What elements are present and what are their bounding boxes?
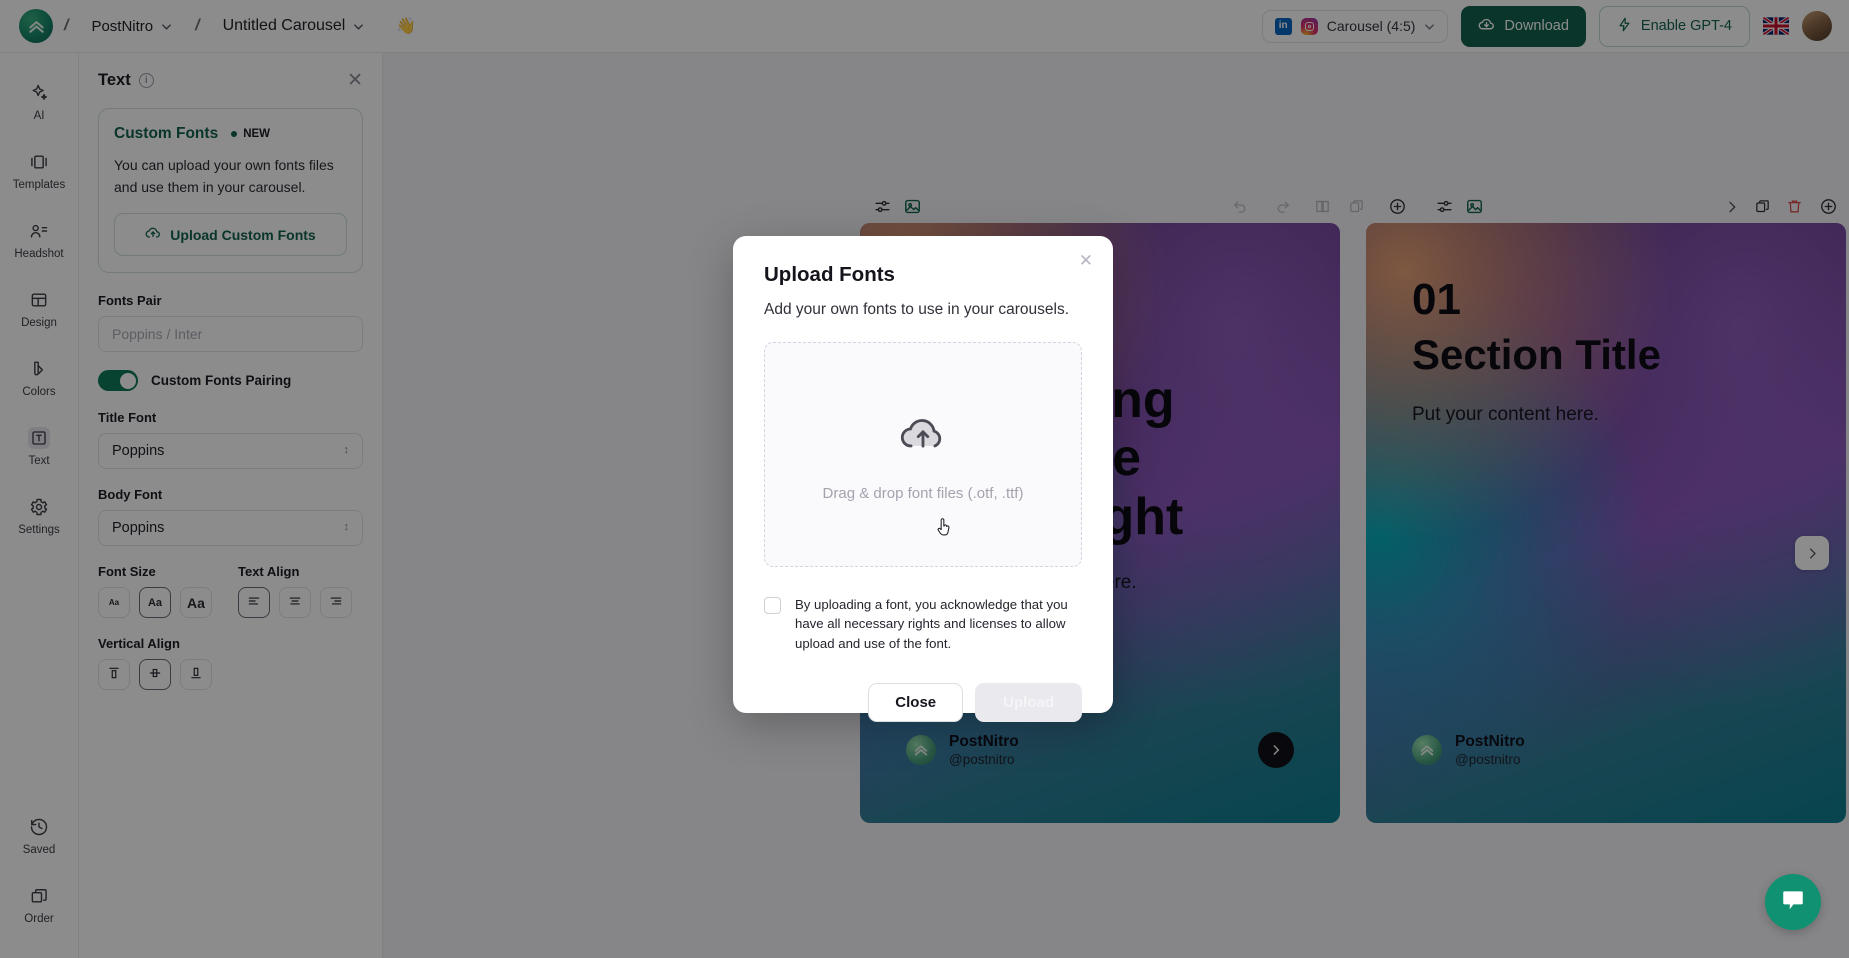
app-root: / PostNitro / Untitled Carousel 👋 in Car…	[0, 0, 1849, 958]
acknowledgement-checkbox[interactable]	[764, 597, 781, 614]
cloud-upload-icon	[897, 408, 949, 465]
close-button[interactable]: Close	[868, 683, 963, 722]
upload-fonts-modal: ✕ Upload Fonts Add your own fonts to use…	[733, 236, 1113, 713]
modal-actions: Close Upload	[764, 683, 1082, 722]
chat-support-button[interactable]	[1765, 874, 1821, 930]
modal-subtitle: Add your own fonts to use in your carous…	[764, 301, 1082, 319]
acknowledgement-label: By uploading a font, you acknowledge tha…	[795, 595, 1082, 653]
font-dropzone[interactable]: Drag & drop font files (.otf, .ttf)	[764, 342, 1082, 567]
mouse-cursor-pointer-icon	[936, 518, 953, 538]
acknowledgement-row: By uploading a font, you acknowledge tha…	[764, 595, 1082, 653]
chat-bubble-icon	[1780, 887, 1806, 918]
upload-button[interactable]: Upload	[975, 683, 1082, 722]
close-icon[interactable]: ✕	[1079, 252, 1093, 269]
modal-title: Upload Fonts	[764, 263, 1082, 287]
dropzone-label: Drag & drop font files (.otf, .ttf)	[823, 485, 1024, 502]
